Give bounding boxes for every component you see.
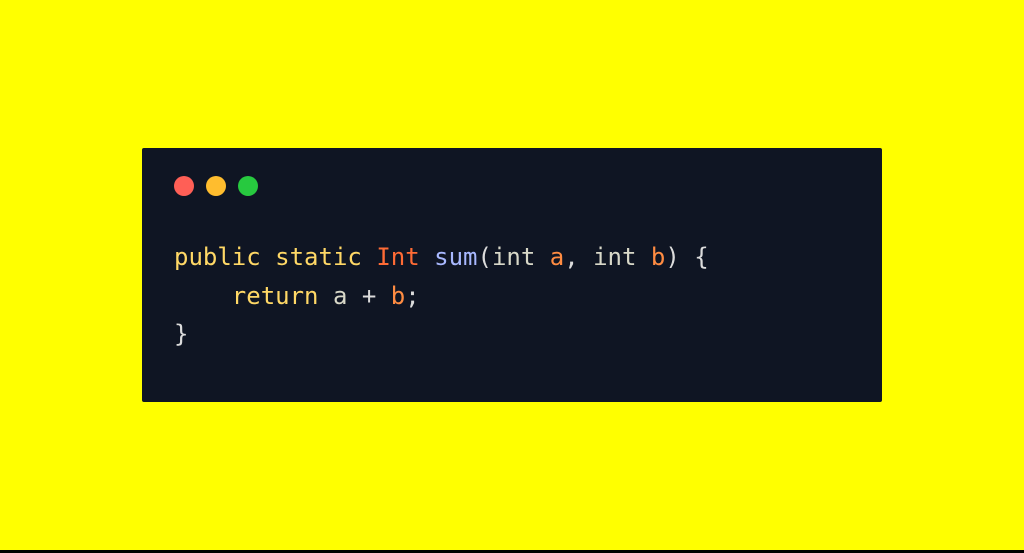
param2-name: b	[651, 243, 665, 271]
param1-type: int	[492, 243, 535, 271]
keyword-return: return	[232, 282, 319, 310]
keyword-static: static	[275, 243, 362, 271]
semicolon: ;	[405, 282, 419, 310]
code-window: public static Int sum(int a, int b) { re…	[142, 148, 882, 401]
param1-name: a	[550, 243, 564, 271]
paren-open: (	[477, 243, 491, 271]
comma: ,	[564, 243, 578, 271]
function-name: sum	[434, 243, 477, 271]
brace-close: }	[174, 320, 188, 348]
var-a: a	[333, 282, 347, 310]
close-icon	[174, 176, 194, 196]
window-traffic-lights	[174, 176, 850, 196]
brace-open: {	[694, 243, 708, 271]
maximize-icon	[238, 176, 258, 196]
param2-type: int	[593, 243, 636, 271]
var-b: b	[391, 282, 405, 310]
operator-plus: +	[362, 282, 376, 310]
return-type: Int	[376, 243, 419, 271]
paren-close: )	[665, 243, 679, 271]
keyword-public: public	[174, 243, 261, 271]
indent	[174, 282, 232, 310]
minimize-icon	[206, 176, 226, 196]
code-block: public static Int sum(int a, int b) { re…	[174, 238, 850, 353]
